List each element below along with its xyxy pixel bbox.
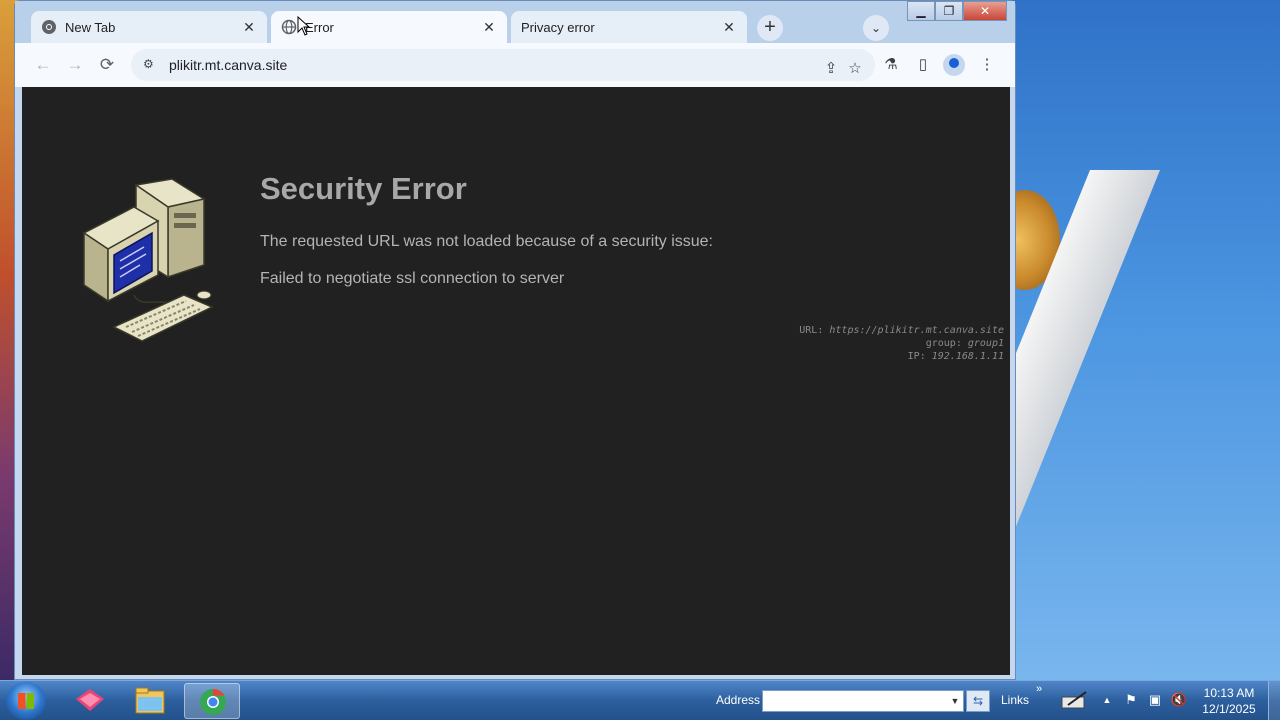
clock-time: 10:13 AM bbox=[1203, 686, 1255, 700]
menu-icon[interactable]: ⋮ bbox=[975, 53, 999, 77]
site-info-icon[interactable]: ⚙ bbox=[143, 57, 159, 73]
address-toolbar-input[interactable]: ▼ bbox=[762, 690, 964, 712]
meta-ip-label: IP: bbox=[907, 351, 926, 362]
file-explorer-icon[interactable] bbox=[122, 683, 178, 719]
tab-label: Privacy error bbox=[521, 19, 595, 35]
address-toolbar-label: Address bbox=[716, 693, 761, 707]
go-button[interactable]: ⇆ bbox=[966, 690, 990, 712]
tab-new-tab[interactable]: New Tab ✕ bbox=[31, 11, 267, 43]
browser-window: New Tab ✕ Error ✕ Privacy error ✕ + ⌄ ▁ … bbox=[14, 0, 1016, 680]
address-url[interactable]: plikitr.mt.canva.site bbox=[169, 57, 287, 73]
meta-group-value: group1 bbox=[967, 338, 1004, 349]
meta-url-label: URL: bbox=[799, 325, 824, 336]
chrome-icon bbox=[41, 19, 57, 35]
tab-close-button[interactable]: ✕ bbox=[481, 19, 497, 35]
tab-label: New Tab bbox=[65, 19, 116, 35]
meta-ip-value: 192.168.1.11 bbox=[931, 351, 1004, 362]
computer-illustration bbox=[82, 178, 214, 342]
error-page: Security Error The requested URL was not… bbox=[22, 87, 1010, 675]
pen-input-icon[interactable] bbox=[1060, 691, 1090, 709]
system-clock[interactable]: 10:13 AM 12/1/2025 bbox=[1196, 685, 1262, 717]
back-button[interactable]: ← bbox=[31, 53, 55, 77]
error-message: The requested URL was not loaded because… bbox=[260, 233, 713, 250]
tab-search-button[interactable]: ⌄ bbox=[863, 15, 889, 41]
close-window-button[interactable]: ✕ bbox=[963, 1, 1007, 21]
tab-privacy-error[interactable]: Privacy error ✕ bbox=[511, 11, 747, 43]
profile-avatar[interactable] bbox=[943, 54, 965, 76]
chevron-down-icon[interactable]: ▼ bbox=[947, 691, 963, 711]
meta-url-value: https://plikitr.mt.canva.site bbox=[829, 325, 1004, 336]
labs-icon[interactable]: ⚗ bbox=[879, 53, 903, 77]
links-toolbar-label[interactable]: Links bbox=[1001, 693, 1029, 707]
tab-close-button[interactable]: ✕ bbox=[241, 19, 257, 35]
tab-strip: New Tab ✕ Error ✕ Privacy error ✕ + ⌄ ▁ … bbox=[15, 1, 1015, 45]
new-tab-button[interactable]: + bbox=[757, 15, 783, 41]
address-bar[interactable]: ⚙ plikitr.mt.canva.site ⇪ ☆ bbox=[131, 49, 875, 81]
reload-button[interactable]: ⟳ bbox=[95, 53, 119, 77]
volume-muted-icon[interactable]: 🔇 bbox=[1170, 691, 1188, 709]
action-center-flag-icon[interactable]: ⚑ bbox=[1122, 691, 1140, 709]
mouse-cursor-icon bbox=[297, 16, 311, 36]
side-panel-icon[interactable]: ▯ bbox=[911, 53, 935, 77]
tab-close-button[interactable]: ✕ bbox=[721, 19, 737, 35]
network-icon[interactable]: ▣ bbox=[1146, 691, 1164, 709]
minimize-button[interactable]: ▁ bbox=[907, 1, 935, 21]
forward-button[interactable]: → bbox=[63, 53, 87, 77]
links-chevron-icon[interactable]: » bbox=[1036, 683, 1042, 695]
error-metadata: URL: https://plikitr.mt.canva.site group… bbox=[799, 324, 1004, 363]
clock-date: 12/1/2025 bbox=[1202, 702, 1256, 716]
globe-icon bbox=[281, 19, 297, 35]
show-hidden-icons[interactable]: ▲ bbox=[1098, 691, 1116, 709]
show-desktop-button[interactable] bbox=[1268, 681, 1280, 720]
meta-group-label: group: bbox=[925, 338, 962, 349]
page-title: Security Error bbox=[260, 171, 467, 206]
taskbar-app-icon[interactable] bbox=[62, 683, 118, 719]
maximize-button[interactable]: ❐ bbox=[935, 1, 963, 21]
error-detail: Failed to negotiate ssl connection to se… bbox=[260, 270, 565, 287]
bookmark-star-icon[interactable]: ☆ bbox=[843, 57, 867, 81]
start-button[interactable] bbox=[6, 682, 46, 720]
tab-label: Error bbox=[305, 19, 334, 35]
share-icon[interactable]: ⇪ bbox=[819, 57, 843, 81]
chrome-taskbar-icon[interactable] bbox=[184, 683, 240, 719]
taskbar: Address ▼ ⇆ Links » ▲ ⚑ ▣ 🔇 10:13 AM 12/… bbox=[0, 680, 1280, 720]
browser-toolbar: ← → ⟳ ⚙ plikitr.mt.canva.site ⇪ ☆ ⚗ ▯ ⋮ bbox=[15, 43, 1015, 87]
